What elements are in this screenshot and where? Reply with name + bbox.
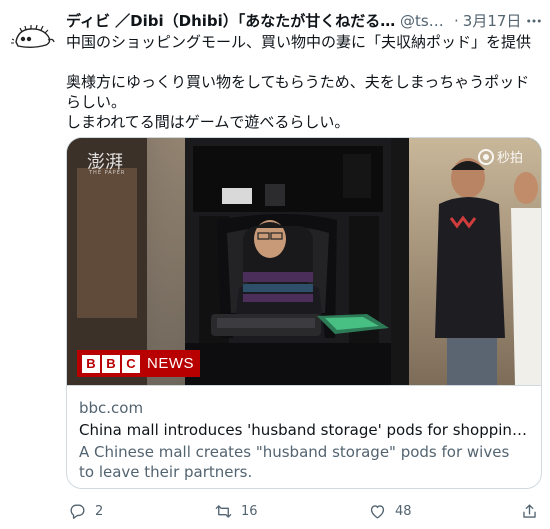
card-domain: bbc.com — [79, 399, 144, 417]
header-separator: · — [454, 12, 459, 30]
share-icon — [523, 503, 536, 518]
tweet-text-line: 奥様方にゆっくり買い物をしてもらうため、夫をしまっちゃうポッドらしい。 — [66, 73, 530, 111]
reply-button[interactable]: 2 — [68, 502, 103, 521]
bbc-news-word: NEWS — [147, 355, 194, 372]
card-description: A Chinese mall creates "husband storage"… — [79, 443, 510, 481]
tweet-header: ディビ ／Dibi（Dhibi）「あなたが甘くねだるまで… @ts2… · 3月… — [66, 10, 544, 32]
tweet-actions: 2 16 48 — [66, 497, 544, 525]
reply-count: 2 — [95, 503, 104, 519]
camera-icon — [477, 148, 494, 165]
bbc-letter: C — [122, 354, 140, 373]
tweet-text: 中国のショッピングモール、買い物中の妻に「夫収納ポッド」を提供 奥様方にゆっくり… — [66, 32, 536, 132]
image-badge-text: 秒拍 — [496, 151, 523, 166]
share-button[interactable] — [520, 502, 547, 521]
bbc-letter: B — [82, 354, 100, 373]
link-card[interactable]: 澎湃 THE PAPER 秒拍 B B C NEWS bbc.com China… — [66, 137, 542, 489]
retweet-count: 16 — [241, 503, 258, 519]
reply-icon — [70, 503, 85, 519]
tweet-text-line: しまわれてる間はゲームで遊べるらしい。 — [66, 113, 350, 131]
avatar[interactable] — [8, 12, 56, 60]
tweet[interactable]: ディビ ／Dibi（Dhibi）「あなたが甘くねだるまで… @ts2… · 3月… — [0, 0, 550, 529]
like-button[interactable]: 48 — [368, 502, 412, 521]
tweet-text-line — [66, 52, 536, 72]
retweet-button[interactable]: 16 — [214, 502, 258, 521]
card-title: China mall introduces 'husband storage' … — [79, 421, 529, 439]
image-watermark-en: THE PAPER — [89, 170, 126, 176]
bbc-letter: B — [102, 354, 120, 373]
tweet-date[interactable]: 3月17日 — [463, 11, 522, 31]
retweet-icon — [215, 504, 232, 518]
tweet-text-line: 中国のショッピングモール、買い物中の妻に「夫収納ポッド」を提供 — [66, 33, 532, 51]
more-icon[interactable] — [524, 11, 544, 31]
card-photo — [67, 138, 541, 385]
card-image[interactable]: 澎湃 THE PAPER 秒拍 B B C NEWS — [67, 138, 541, 385]
image-badge: 秒拍 — [477, 147, 523, 166]
card-body[interactable]: bbc.com China mall introduces 'husband s… — [67, 385, 541, 482]
like-count: 48 — [395, 503, 412, 519]
avatar-image — [8, 12, 56, 60]
bbc-news-logo: B B C NEWS — [77, 350, 200, 377]
heart-icon — [370, 504, 385, 519]
display-name[interactable]: ディビ ／Dibi（Dhibi）「あなたが甘くねだるまで… — [66, 11, 396, 31]
user-handle[interactable]: @ts2… — [400, 11, 450, 31]
